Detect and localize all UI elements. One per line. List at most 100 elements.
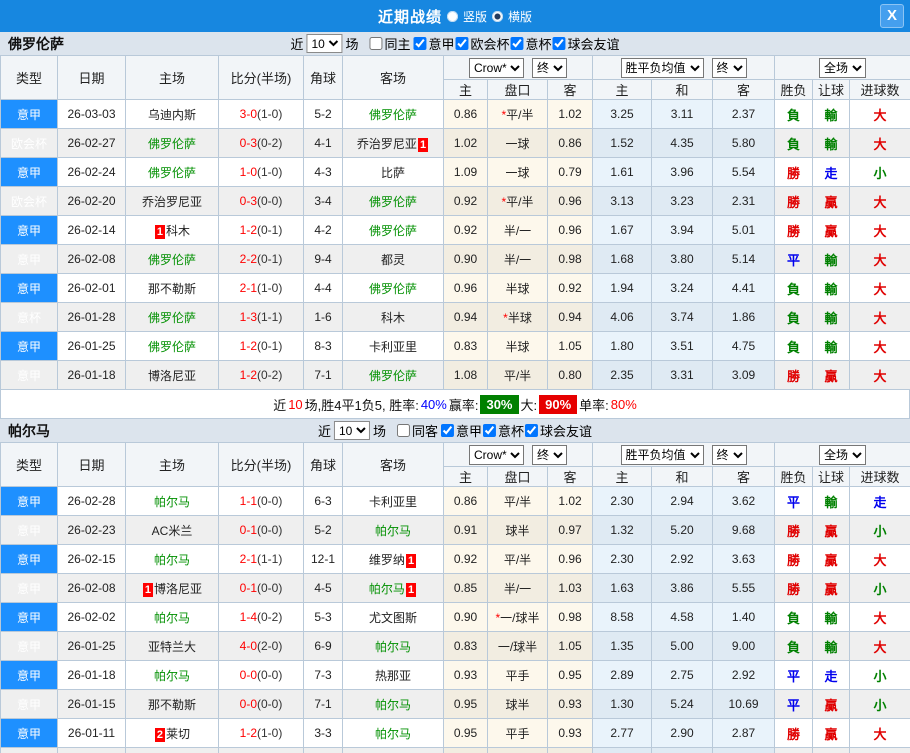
result-cell: 負 [775,748,813,753]
near-label: 近 [318,421,331,440]
corner-cell: 9-4 [304,245,343,274]
odds-home-cell: 0.93 [444,661,488,690]
avg-stage-select[interactable]: 终 [712,445,747,465]
view-mode-controls: 近期战绩 竖版 横版 [378,6,532,27]
avg-away-cell: 5.80 [713,129,775,158]
league-checkbox[interactable] [553,37,566,50]
corner-cell: 3-3 [304,719,343,748]
league-cell: 欧会杯 [1,187,58,216]
home-team-cell: 帕尔马 [126,487,219,516]
odds-stage-select[interactable]: 终 [532,445,567,465]
date-cell: 26-01-08 [58,748,126,753]
league-checkbox[interactable] [511,37,524,50]
goals-result-cell: 走 [850,487,910,516]
goals-result-cell: 小 [850,158,910,187]
goals-result-cell: 大 [850,332,910,361]
vertical-layout-radio[interactable] [447,11,458,22]
team-label: 科木 [166,224,190,238]
league-filter[interactable]: 意甲 [441,421,482,440]
summary-segment: 赢率: [449,395,479,414]
record-summary: 近10场,胜4平1负5, 胜率:40% 赢率: 30% 大: 90% 单率:80… [0,390,910,419]
avg-type-select[interactable]: 胜平负均值 [621,58,704,78]
away-team-cell: 卡利亚里 [343,487,444,516]
odds-away-cell: 0.92 [548,274,593,303]
league-filter[interactable]: 球会友谊 [525,421,592,440]
league-cell: 意甲 [1,274,58,303]
odds-source-select[interactable]: Crow* [469,58,524,78]
league-checkbox[interactable] [483,424,496,437]
games-label: 场 [373,421,386,440]
avg-away-cell: 5.01 [713,216,775,245]
filters: 近 10 场 同客 意甲意杯球会友谊 [318,421,592,440]
col-result: 胜负 [775,467,813,487]
same-venue-checkbox[interactable] [369,37,382,50]
odds-home-cell: 0.92 [444,187,488,216]
match-row: 意甲26-01-25亚特兰大4-0(2-0)6-9帕尔马0.83一/球半1.05… [1,632,910,661]
score-cell: 1-0(1-0) [219,158,304,187]
avg-stage-select[interactable]: 终 [712,58,747,78]
league-checkbox[interactable] [525,424,538,437]
league-filter[interactable]: 欧会杯 [456,34,510,53]
league-cell: 意杯 [1,303,58,332]
avg-draw-cell: 3.51 [652,332,713,361]
avg-home-cell: 4.06 [593,303,652,332]
horizontal-layout-radio[interactable] [492,11,503,22]
away-team-cell: 科木 [343,303,444,332]
odds-home-cell: 0.92 [444,545,488,574]
date-cell: 26-01-25 [58,332,126,361]
away-team-cell: 佛罗伦萨 [343,216,444,245]
handicap-cell: 半/一 [488,216,548,245]
league-checkbox[interactable] [413,37,426,50]
odds-dropdowns: Crow* 终 [444,443,593,467]
league-checkbox[interactable] [456,37,469,50]
home-team-cell: 佛罗伦萨 [126,303,219,332]
handicap-cell: *一/球半 [488,603,548,632]
rank-badge: 1 [143,583,153,597]
league-filter[interactable]: 意甲 [413,34,454,53]
parma-results-table: 类型 日期 主场 比分(半场) 角球 客场 Crow*终 胜平负均值终 全场 [0,442,910,753]
score-cell: 0-1(0-0) [219,574,304,603]
handicap-cell: 球半 [488,516,548,545]
col-result: 胜负 [775,80,813,100]
match-row: 意甲26-02-23AC米兰0-1(0-0)5-2帕尔马0.91球半0.971.… [1,516,910,545]
avg-away-cell: 9.00 [713,632,775,661]
scope-select[interactable]: 全场 [819,58,866,78]
match-row: 意甲26-02-15帕尔马2-1(1-1)12-1维罗纳10.92平/半0.96… [1,545,910,574]
league-checkbox[interactable] [441,424,454,437]
league-filter[interactable]: 意杯 [511,34,552,53]
fiorentina-results-table: 类型 日期 主场 比分(半场) 角球 客场 Crow*终 胜平负均值终 全场 [0,55,910,390]
scope-select[interactable]: 全场 [819,445,866,465]
same-venue-checkbox[interactable] [397,424,410,437]
avg-home-cell: 1.80 [593,332,652,361]
league-cell: 意甲 [1,361,58,390]
handicap-result-cell: 輸 [813,100,850,129]
same-venue-filter[interactable]: 同主 [369,34,410,53]
odds-stage-select[interactable]: 终 [532,58,567,78]
close-button[interactable]: X [880,4,904,28]
odds-home-cell: 0.92 [444,216,488,245]
scope-dropdown: 全场 [775,443,910,467]
result-cell: 平 [775,245,813,274]
vertical-layout-label[interactable]: 竖版 [463,8,487,25]
away-team-cell: 佛罗伦萨 [343,274,444,303]
summary-segment: 30% [480,395,518,414]
horizontal-layout-label[interactable]: 横版 [508,8,532,25]
league-cell: 欧会杯 [1,129,58,158]
odds-home-cell: 0.83 [444,632,488,661]
match-count-select[interactable]: 10 [334,421,370,440]
league-filter[interactable]: 意杯 [483,421,524,440]
team-label: 佛罗伦萨 [148,166,196,180]
avg-away-cell: 2.31 [713,187,775,216]
match-count-select[interactable]: 10 [306,34,342,53]
score-cell: 1-2(0-1) [219,216,304,245]
same-venue-filter[interactable]: 同客 [397,421,438,440]
league-filter[interactable]: 球会友谊 [553,34,620,53]
result-cell: 勝 [775,361,813,390]
avg-type-select[interactable]: 胜平负均值 [621,445,704,465]
date-cell: 26-01-15 [58,690,126,719]
avg-draw-cell: 3.86 [652,574,713,603]
summary-segment: 大: [521,395,538,414]
col-type: 类型 [1,443,58,487]
odds-source-select[interactable]: Crow* [469,445,524,465]
home-team-cell: 佛罗伦萨 [126,245,219,274]
